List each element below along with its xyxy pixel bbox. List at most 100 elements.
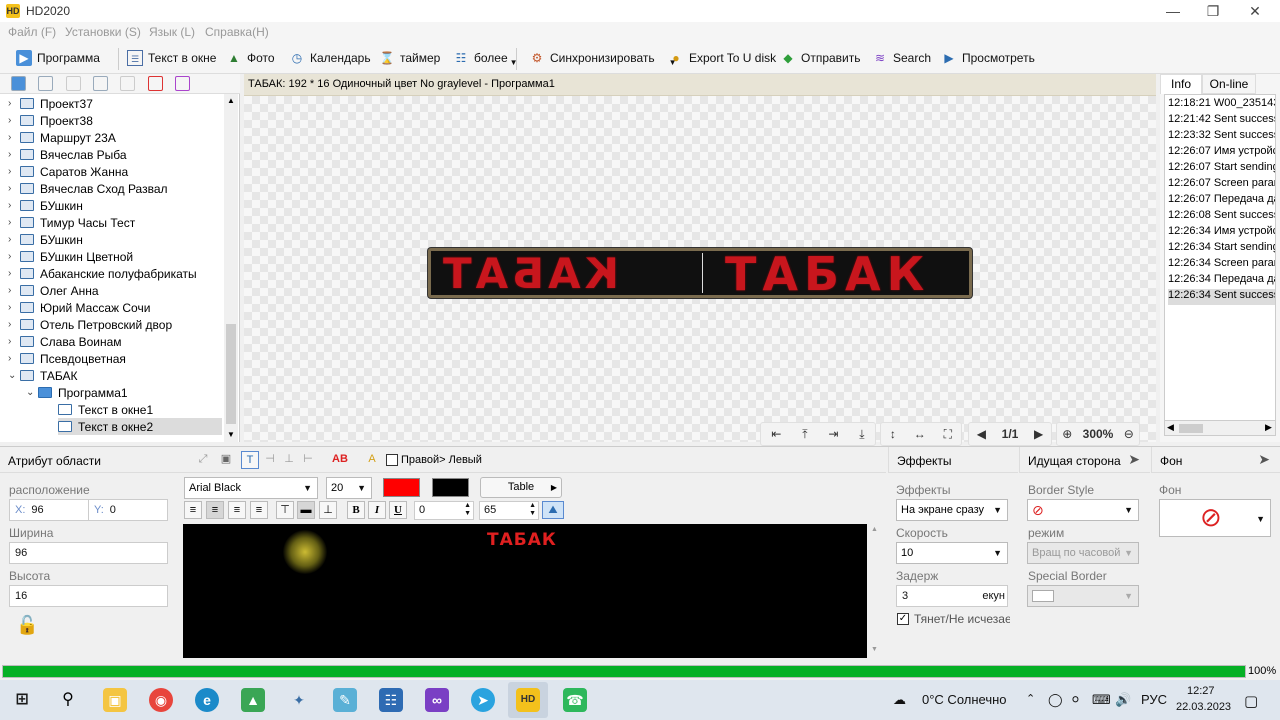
calculator-icon[interactable]: ☷ (379, 688, 403, 712)
tree-item[interactable]: › Саратов Жанна (8, 163, 128, 180)
tree-item[interactable]: › Абаканские полуфабрикаты (8, 265, 197, 282)
rocket-icon[interactable]: ➤ (1128, 451, 1140, 468)
view-button[interactable]: ▶ Просмотреть (941, 49, 1034, 67)
log-horizontal-scrollbar[interactable]: ◀ ▶ (1164, 420, 1276, 436)
visual-studio-icon[interactable]: ∞ (425, 688, 449, 712)
tree-item-program[interactable]: ⌄ Программа1 (26, 384, 128, 401)
close-button[interactable]: ✕ (1234, 0, 1276, 22)
scrollbar-thumb[interactable] (226, 324, 236, 424)
menu-language[interactable]: Язык (L) (149, 25, 195, 39)
more-button[interactable]: ☷ более ▼ (453, 49, 518, 67)
chrome-icon[interactable]: ◉ (149, 688, 173, 712)
tree-item[interactable]: › Проект37 (8, 95, 93, 112)
copy-icon[interactable] (66, 76, 81, 91)
bg-select[interactable]: ⊘ ▼ (1159, 499, 1271, 537)
v-align-icon[interactable]: ⊥ (280, 451, 298, 469)
clock-date[interactable]: 22.03.2023 (1176, 701, 1231, 713)
scroll-left-icon[interactable]: ◀ (1167, 422, 1174, 433)
rocket-icon[interactable]: ➤ (1258, 451, 1270, 468)
frame-icon[interactable]: ▣ (217, 451, 235, 469)
scroll-down-icon[interactable]: ▼ (871, 646, 878, 653)
tree-item[interactable]: › БУшкин Цветной (8, 248, 133, 265)
align-center-button[interactable]: ≡ (206, 501, 224, 519)
log-entry[interactable]: 12:26:07 Передача да (1168, 193, 1275, 209)
new-program-icon[interactable] (38, 76, 53, 91)
valign-bottom-button[interactable]: ⊥ (319, 501, 337, 519)
underline-button[interactable]: U (389, 501, 407, 519)
tree-item[interactable]: › Отель Петровский двор (8, 316, 172, 333)
preview-canvas[interactable]: КАБАТ ТАБАК ⇤ ⤒ ⇥ ⤓ ↕ ↔ ⛶ ◀ 1/1 ▶ ⊕ 300%… (244, 96, 1156, 446)
stretch-vertical-icon[interactable]: ↕ (890, 427, 896, 441)
spinner-arrows-icon[interactable]: ▲ ▼ (529, 502, 536, 518)
volume-icon[interactable]: 🔊 (1115, 692, 1131, 708)
tree-item[interactable]: › Слава Воинам (8, 333, 122, 350)
ab-color-icon[interactable]: AB (328, 451, 352, 469)
font-size-select[interactable]: 20 ▼ (326, 477, 372, 499)
language-indicator[interactable]: РУС (1141, 692, 1167, 707)
fit-screen-icon[interactable]: ⛶ (944, 427, 952, 442)
tree-scrollbar[interactable]: ▲ ▼ (224, 94, 238, 442)
valign-middle-button[interactable]: ▬ (297, 501, 315, 519)
align-bottom-icon[interactable]: ⤓ (859, 427, 864, 442)
x-field[interactable]: X: 96 (9, 499, 89, 521)
align-top-icon[interactable]: ⤒ (802, 427, 807, 442)
calendar-button[interactable]: ◷ Календарь (289, 49, 371, 67)
menu-file[interactable]: Файл (F) (8, 25, 56, 39)
lock-icon[interactable]: 🔓 (16, 615, 38, 636)
scrollbar-thumb[interactable] (1179, 424, 1203, 433)
log-entry[interactable]: 12:21:42 Sent successf (1168, 113, 1275, 129)
direction-checkbox[interactable] (386, 454, 398, 466)
weather-icon[interactable]: ☁ (893, 692, 906, 708)
log-entry[interactable]: 12:18:21 W00_2351438 (1168, 97, 1275, 113)
search-icon[interactable]: ⚲ (56, 688, 80, 712)
scroll-right-icon[interactable]: ▶ (1265, 422, 1272, 433)
weather-text[interactable]: 0°C Солнечно (922, 692, 1007, 707)
tab-online[interactable]: On-line (1202, 74, 1256, 94)
log-entry[interactable]: 12:26:07 Start sending (1168, 161, 1275, 177)
delay-field[interactable]: 3 екун (896, 585, 1008, 607)
tree-item[interactable]: › Вячеслав Сход Развал (8, 180, 168, 197)
menu-settings[interactable]: Установки (S) (65, 25, 141, 39)
app-green-icon[interactable]: ▲ (241, 688, 265, 712)
send-button[interactable]: ◆ Отправить (780, 49, 860, 67)
clock-time[interactable]: 12:27 (1187, 685, 1215, 697)
text-window-button[interactable]: ☰ Текст в окне (127, 49, 216, 67)
tray-app-icon[interactable]: ◯ (1048, 692, 1063, 708)
h-align-icon[interactable]: ⊣ (261, 451, 279, 469)
justify-button[interactable]: ≡ (250, 501, 268, 519)
image-icon[interactable]: ⛰ (542, 501, 564, 519)
log-entry[interactable]: 12:26:34 Start sending (1168, 241, 1275, 257)
keyboard-icon[interactable]: ⌨ (1092, 692, 1111, 708)
bold-button[interactable]: B (347, 501, 365, 519)
tree-item[interactable]: › Маршрут 23А (8, 129, 116, 146)
tree-item[interactable]: › БУшкин (8, 197, 83, 214)
spacing-spinner[interactable]: 0 ▲ ▼ (414, 501, 474, 520)
align-right-button[interactable]: ≡ (228, 501, 246, 519)
tree-item-tabak[interactable]: ⌄ ТАБАК (8, 367, 78, 384)
led-screen[interactable]: КАБАТ ТАБАК (428, 248, 972, 298)
offset-spinner[interactable]: 65 ▲ ▼ (479, 501, 539, 520)
align-right-icon[interactable]: ⇥ (828, 427, 838, 441)
search-button[interactable]: ≋ Search (872, 49, 931, 67)
editor-scrollbar[interactable]: ▲ ▼ (868, 524, 882, 658)
font-select[interactable]: Arial Black ▼ (184, 477, 318, 499)
tray-up-arrow-icon[interactable]: ⌃ (1026, 692, 1035, 705)
table-button[interactable]: Table ▶ (480, 477, 562, 498)
tree-item-window[interactable]: Текст в окне1 (58, 401, 153, 418)
tree-item[interactable]: › Проект38 (8, 112, 93, 129)
log-entry-selected[interactable]: 12:26:34 Sent successf (1168, 289, 1275, 305)
zoom-in-icon[interactable]: ⊕ (1062, 427, 1072, 441)
menu-help[interactable]: Справка(H) (205, 25, 269, 39)
valign-top-button[interactable]: ⊤ (276, 501, 294, 519)
tab-info[interactable]: Info (1160, 74, 1202, 94)
log-entry[interactable]: 12:23:32 Sent successf (1168, 129, 1275, 145)
text-color-swatch[interactable] (383, 478, 420, 497)
windows-start-icon[interactable]: ⊞ (10, 688, 34, 712)
new-screen-icon[interactable] (11, 76, 26, 91)
tree-item[interactable]: › Вячеслав Рыба (8, 146, 127, 163)
align-left-icon[interactable]: ⇤ (771, 427, 781, 441)
log-entry[interactable]: 12:26:07 Screen param (1168, 177, 1275, 193)
log-entry[interactable]: 12:26:08 Sent successf (1168, 209, 1275, 225)
bg-color-swatch[interactable] (432, 478, 469, 497)
telegram-icon[interactable]: ➤ (471, 688, 495, 712)
